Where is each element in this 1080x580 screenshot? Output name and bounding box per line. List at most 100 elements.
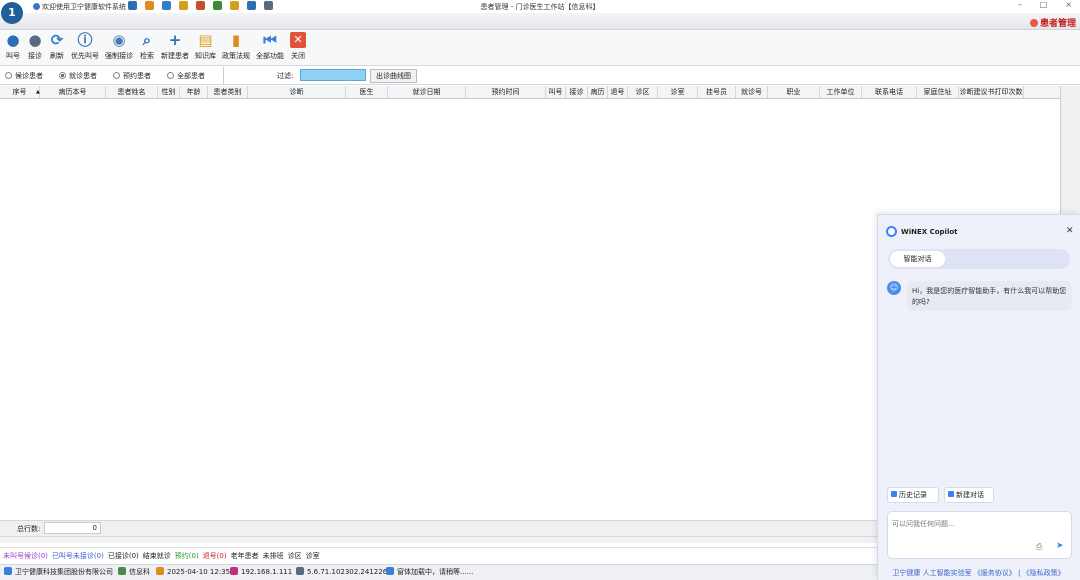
toolbar-button-8[interactable]: ▮ 政策法规 — [219, 30, 253, 64]
search-icon: ⌕ — [142, 31, 152, 49]
toolbar-button-label: 优先叫号 — [71, 52, 99, 60]
copilot-footer[interactable]: 卫宁健康 人工智能实验室 《服务协议》 | 《隐私政策》 — [877, 568, 1080, 578]
toolbar-button-7[interactable]: ▤ 知识库 — [192, 30, 219, 64]
column-header[interactable]: 接诊 — [566, 86, 588, 98]
column-header[interactable]: 年龄 — [180, 86, 208, 98]
toolbar-button-9[interactable]: ⏮ 全部功能 — [253, 30, 287, 64]
divider — [223, 67, 224, 85]
column-header[interactable]: 诊断建议书打印次数 — [959, 86, 1024, 98]
book-icon: ▤ — [198, 31, 213, 49]
column-header[interactable]: 就诊日期 — [388, 86, 466, 98]
column-header[interactable]: 性别 — [158, 86, 180, 98]
legend-item: 预约(0) — [174, 552, 199, 560]
radio-icon — [5, 72, 12, 79]
user-gear-icon: ● — [28, 31, 42, 49]
copilot-close-button[interactable]: ✕ — [1066, 226, 1074, 236]
column-header[interactable]: 家庭住址 — [917, 86, 959, 98]
legend-item: 老年患者 — [230, 552, 259, 560]
column-header[interactable]: 诊断 — [248, 86, 346, 98]
toolbar: ● 叫号 ● 接诊 ⟳ 刷新 ⓘ 优先叫号 ◉ 强制接诊 ⌕ 检索 + 新建患者 ▤ 知识库 ▮ 政策法规 ⏮ 全部功… — [0, 30, 1080, 66]
filter-input[interactable] — [300, 69, 366, 81]
column-header[interactable]: 诊室 — [658, 86, 698, 98]
column-header[interactable]: 患者类别 — [208, 86, 248, 98]
radio-all[interactable]: 全部患者 — [167, 71, 205, 81]
column-header[interactable]: 病历 — [588, 86, 608, 98]
visit-chart-button[interactable]: 出诊曲线图 — [370, 69, 417, 83]
loading-icon — [386, 567, 394, 575]
column-header[interactable]: 序号 — [0, 86, 40, 98]
toolbar-button-label: 新建患者 — [161, 52, 189, 60]
toolbar-button-label: 刷新 — [50, 52, 64, 60]
module-label[interactable]: 患者管理 — [1029, 16, 1076, 29]
column-header[interactable]: 预约时间 — [466, 86, 546, 98]
column-header[interactable]: 诊区 — [628, 86, 658, 98]
toolbar-button-label: 关闭 — [291, 52, 305, 60]
status-item: 5.6.71.102302.241226 — [296, 565, 387, 580]
column-header[interactable]: 叫号 — [546, 86, 566, 98]
column-header[interactable]: 医生 — [346, 86, 388, 98]
legend-item: 诊区 — [287, 552, 302, 560]
version-icon — [296, 567, 304, 575]
new-chat-label: 新建对话 — [956, 491, 984, 499]
filter-bar — [0, 67, 1080, 85]
toolbar-button-2[interactable]: ⟳ 刷新 — [46, 30, 68, 64]
radio-icon — [167, 72, 174, 79]
module-strip — [0, 13, 1080, 30]
toolbar-button-0[interactable]: ● 叫号 — [2, 30, 24, 64]
shield-icon: ◉ — [112, 31, 126, 49]
toolbar-button-label: 政策法规 — [222, 52, 250, 60]
new-chat-button[interactable]: 新建对话 — [944, 487, 994, 503]
toolbar-button-4[interactable]: ◉ 强制接诊 — [102, 30, 136, 64]
toolbar-button-10[interactable]: ✕ 关闭 — [287, 30, 309, 64]
column-header[interactable]: 就诊号 — [736, 86, 768, 98]
column-header[interactable]: 职业 — [768, 86, 820, 98]
bar-chart-icon: ▮ — [231, 31, 241, 49]
skip-back-icon: ⏮ — [263, 31, 277, 49]
window-controls: – □ × — [1018, 0, 1072, 9]
toolbar-button-6[interactable]: + 新建患者 — [158, 30, 192, 64]
radio-label: 预约患者 — [123, 72, 151, 80]
info-icon: ⓘ — [77, 31, 93, 49]
legend-item: 结束就诊 — [142, 552, 171, 560]
toolbar-button-label: 知识库 — [195, 52, 216, 60]
send-icon[interactable]: ➤ — [1056, 541, 1064, 551]
status-text: 窗体加载中，请稍等...... — [397, 568, 474, 576]
tab-smart-chat[interactable]: 智能对话 — [890, 251, 945, 267]
status-text: 2025-04-10 12:35 — [167, 568, 231, 576]
toolbar-button-label: 全部功能 — [256, 52, 284, 60]
radio-label: 就诊患者 — [69, 72, 97, 80]
radio-label: 全部患者 — [177, 72, 205, 80]
maximize-button[interactable]: □ — [1040, 0, 1048, 9]
minimize-button[interactable]: – — [1018, 0, 1022, 9]
network-icon — [230, 567, 238, 575]
toolbar-button-3[interactable]: ⓘ 优先叫号 — [68, 30, 102, 64]
column-header[interactable]: 患者姓名 — [106, 86, 158, 98]
dept-icon — [118, 567, 126, 575]
history-icon — [891, 491, 897, 497]
radio-waiting[interactable]: 候诊患者 — [5, 71, 43, 81]
history-label: 历史记录 — [899, 491, 927, 499]
window-title: 患者管理 - 门诊医生工作站【信息科】 — [480, 3, 600, 11]
column-header[interactable]: 病历本号 — [40, 86, 106, 98]
attach-icon[interactable]: ⎙ — [1036, 542, 1042, 552]
radio-visiting[interactable]: 就诊患者 — [59, 71, 97, 81]
radio-appointment[interactable]: 预约患者 — [113, 71, 151, 81]
legend-item: 诊室 — [305, 552, 320, 560]
clock-icon — [156, 567, 164, 575]
legend-item: 已接诊(0) — [107, 552, 139, 560]
column-header[interactable]: 工作单位 — [820, 86, 862, 98]
toolbar-button-label: 检索 — [140, 52, 154, 60]
column-header[interactable]: 挂号员 — [698, 86, 736, 98]
toolbar-button-1[interactable]: ● 接诊 — [24, 30, 46, 64]
history-button[interactable]: 历史记录 — [887, 487, 939, 503]
close-window-button[interactable]: × — [1065, 0, 1072, 9]
total-count: 0 — [44, 522, 101, 534]
close-icon: ✕ — [290, 32, 306, 48]
toolbar-button-5[interactable]: ⌕ 检索 — [136, 30, 158, 64]
radio-label: 候诊患者 — [15, 72, 43, 80]
column-header[interactable]: 联系电话 — [862, 86, 917, 98]
status-text: 5.6.71.102302.241226 — [307, 568, 388, 576]
status-item: 192.168.1.111 — [230, 565, 292, 580]
column-header[interactable]: 退号 — [608, 86, 628, 98]
radio-selected-icon — [59, 72, 66, 79]
